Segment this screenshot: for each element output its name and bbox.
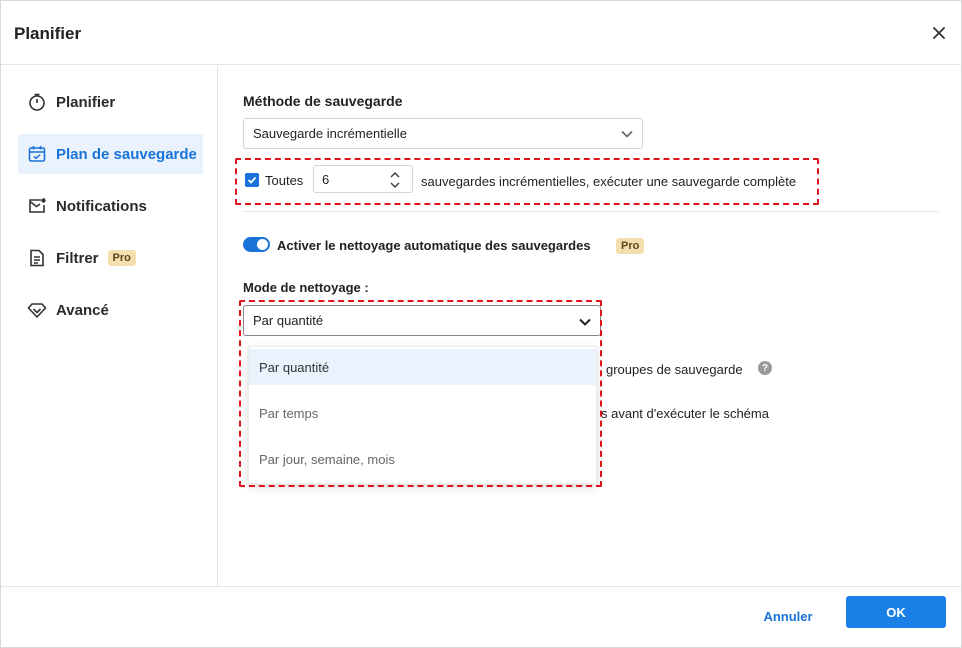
- backup-method-label: Méthode de sauvegarde: [243, 93, 403, 109]
- sidebar-item-label: Plan de sauvegarde: [56, 145, 197, 163]
- auto-cleanup-label: Activer le nettoyage automatique des sau…: [277, 238, 591, 253]
- schedule-dialog: Planifier Planifier Plan de sauvegarde N…: [0, 0, 962, 648]
- backup-method-select[interactable]: Sauvegarde incrémentielle: [243, 118, 643, 149]
- mail-icon: [26, 195, 48, 217]
- dialog-title: Planifier: [14, 24, 82, 43]
- sidebar-item-notifications[interactable]: Notifications: [18, 186, 203, 226]
- ok-button[interactable]: OK: [846, 596, 946, 628]
- pro-badge: Pro: [616, 238, 645, 254]
- every-suffix: sauvegardes incrémentielles, exécuter un…: [421, 174, 797, 189]
- sidebar-item-label: Notifications: [56, 197, 147, 215]
- sidebar-item-plan-de-sauvegarde[interactable]: Plan de sauvegarde: [18, 134, 203, 174]
- main-panel: Méthode de sauvegarde Sauvegarde incréme…: [219, 66, 961, 586]
- dialog-footer: Annuler OK: [1, 586, 961, 648]
- before-schema-text: s avant d'exécuter le schéma: [601, 406, 769, 421]
- check-icon: [247, 176, 257, 184]
- sidebar-item-label: Avancé: [56, 301, 109, 319]
- backup-method-value: Sauvegarde incrémentielle: [253, 126, 407, 141]
- sidebar: Planifier Plan de sauvegarde Notificatio…: [1, 66, 218, 586]
- every-count-stepper[interactable]: 6: [313, 165, 413, 193]
- pro-badge: Pro: [107, 250, 136, 266]
- sidebar-item-label: Filtrer: [56, 249, 99, 267]
- every-label: Toutes: [265, 173, 304, 188]
- highlight-box-cleanup-mode: [239, 300, 602, 487]
- cancel-button[interactable]: Annuler: [747, 600, 829, 632]
- sidebar-item-planifier[interactable]: Planifier: [18, 82, 203, 122]
- toggle-knob: [257, 239, 268, 250]
- chevron-down-icon: [621, 130, 633, 138]
- diamond-icon: [26, 299, 48, 321]
- stepper-arrows-icon[interactable]: [388, 170, 402, 190]
- every-checkbox[interactable]: [245, 173, 259, 187]
- filter-document-icon: [26, 247, 48, 269]
- sidebar-item-label: Planifier: [56, 93, 116, 111]
- calendar-check-icon: [26, 143, 48, 165]
- close-button[interactable]: [927, 21, 951, 45]
- sidebar-item-avance[interactable]: Avancé: [18, 290, 203, 330]
- quantity-groups-text: groupes de sauvegarde: [606, 362, 743, 377]
- stopwatch-icon: [26, 91, 48, 113]
- cleanup-mode-label: Mode de nettoyage :: [243, 280, 369, 295]
- dialog-titlebar: Planifier: [1, 1, 961, 65]
- section-divider: [243, 211, 939, 212]
- close-icon: [933, 27, 945, 39]
- every-count-value: 6: [322, 171, 330, 187]
- help-icon[interactable]: ?: [758, 361, 772, 375]
- auto-cleanup-toggle[interactable]: [243, 237, 270, 252]
- sidebar-item-filtrer[interactable]: Filtrer Pro: [18, 238, 203, 278]
